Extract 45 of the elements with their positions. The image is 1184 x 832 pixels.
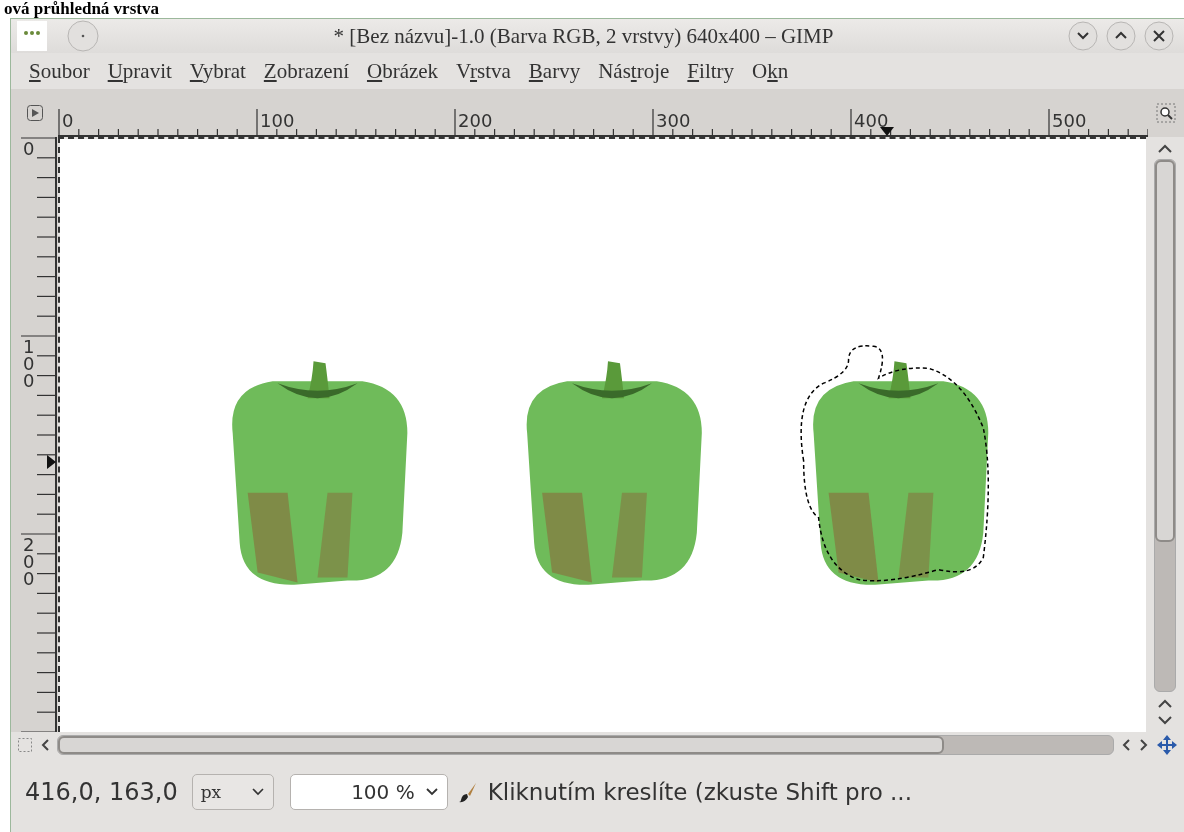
ruler-label: 100 <box>23 336 35 391</box>
close-button[interactable] <box>1144 21 1174 51</box>
ruler-label: 200 <box>458 110 493 131</box>
pointer-marker-icon <box>880 127 894 136</box>
menu-item[interactable]: Upravit <box>101 58 178 84</box>
zoom-dropdown[interactable]: 100 % <box>289 773 448 810</box>
menu-item[interactable]: Barvy <box>522 58 587 84</box>
menu-item[interactable]: Vrstva <box>450 58 517 84</box>
maximize-button[interactable] <box>1106 21 1136 51</box>
menu-item[interactable]: Okn <box>746 58 795 84</box>
ruler-label: 400 <box>854 110 889 131</box>
app-icon[interactable] <box>17 21 47 51</box>
pointer-marker-icon <box>47 455 56 469</box>
scroll-left-icon[interactable] <box>1120 737 1132 753</box>
menu-item[interactable]: Vybrat <box>183 58 252 84</box>
caret-icon <box>424 786 439 797</box>
play-icon[interactable] <box>26 105 43 121</box>
horizontal-scrollbar[interactable] <box>57 735 1114 755</box>
pointer-coordinates: 416,0, 163,0 <box>25 777 178 806</box>
ruler-label: 100 <box>260 110 295 131</box>
scroll-thumb[interactable] <box>1155 160 1175 543</box>
status-message: Kliknutím kreslíte (zkuste Shift pro ... <box>487 778 912 805</box>
zoom-icon[interactable] <box>1156 103 1176 123</box>
scroll-thumb[interactable] <box>58 736 945 754</box>
menu-item[interactable]: Obrázek <box>360 58 445 84</box>
layer-heading: ová průhledná vrstva <box>3 0 160 18</box>
ruler-label: 0 <box>62 110 74 131</box>
vertical-scrollbar[interactable] <box>1154 159 1176 692</box>
unit-dropdown[interactable]: px <box>191 773 274 810</box>
window-title: * [Bez názvu]-1.0 (Barva RGB, 2 vrstvy) 640x400 – GIMP <box>332 23 835 49</box>
menu-item[interactable]: Zobrazení <box>257 58 355 84</box>
ruler-label: 300 <box>656 110 691 131</box>
scroll-left-icon[interactable] <box>39 737 51 753</box>
quick-mask-icon[interactable] <box>17 737 33 753</box>
minimize-button[interactable] <box>1068 21 1098 51</box>
scroll-right-icon[interactable] <box>1138 737 1150 753</box>
caret-icon <box>250 786 265 797</box>
ruler-label: 500 <box>1052 110 1087 131</box>
ruler-label: 200 <box>23 534 35 589</box>
menu-item[interactable]: Filtry <box>681 58 741 84</box>
navigate-icon[interactable] <box>1156 734 1178 756</box>
image-canvas[interactable] <box>58 137 1146 732</box>
menu-item[interactable]: Nástroje <box>592 58 676 84</box>
menu-item[interactable]: Soubor <box>23 58 96 84</box>
ruler-label: 0 <box>23 138 35 159</box>
